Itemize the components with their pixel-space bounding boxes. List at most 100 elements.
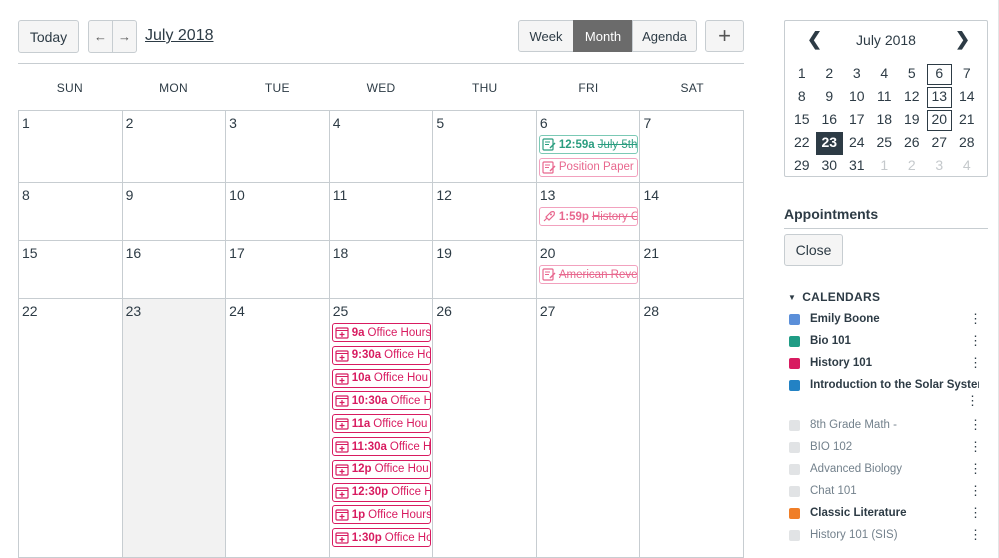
mini-calendar-day[interactable]: 12	[898, 86, 926, 109]
mini-calendar-day[interactable]: 14	[953, 86, 981, 109]
calendar-event[interactable]: 11a Office Hou	[331, 414, 431, 434]
current-month-title[interactable]: July 2018	[145, 27, 214, 45]
calendar-event[interactable]: 1p Office Hours	[331, 505, 431, 525]
day-cell[interactable]: 15	[18, 241, 122, 299]
mini-calendar-day[interactable]: 19	[898, 109, 926, 132]
calendar-list-item[interactable]: Introduction to the Solar System	[789, 376, 979, 394]
day-cell[interactable]: 27	[535, 299, 640, 558]
add-event-button[interactable]: +	[705, 20, 744, 52]
view-week-tab[interactable]: Week	[518, 20, 574, 52]
mini-calendar-day[interactable]: 4	[871, 63, 899, 86]
day-cell[interactable]: 11	[328, 183, 433, 241]
calendar-color-swatch[interactable]	[789, 357, 800, 369]
mini-calendar-day[interactable]: 16	[816, 109, 844, 132]
mini-calendar-day[interactable]: 31	[843, 155, 871, 178]
calendar-event[interactable]: 10a Office Hou	[331, 368, 431, 388]
calendar-color-swatch[interactable]	[789, 419, 800, 431]
calendar-event[interactable]: Position Paper	[538, 157, 638, 177]
mini-calendar-day[interactable]: 17	[843, 109, 871, 132]
kebab-menu-icon[interactable]: ⋮	[969, 417, 982, 433]
calendar-event[interactable]: 1:59p History C	[538, 207, 638, 226]
mini-calendar-day[interactable]: 11	[871, 86, 899, 109]
calendar-color-swatch[interactable]	[789, 463, 800, 475]
calendar-list-item[interactable]: Bio 101 ⋮	[789, 332, 982, 350]
kebab-menu-icon[interactable]: ⋮	[969, 333, 982, 349]
mini-calendar-day[interactable]: 13	[926, 86, 954, 109]
mini-calendar-day[interactable]: 5	[898, 63, 926, 86]
day-cell[interactable]: 25 9a Office Hours 9:30a Office Ho 10a Office …	[328, 299, 433, 558]
calendar-list-item[interactable]: History 101 (SIS) ⋮	[789, 526, 982, 544]
calendar-event[interactable]: American Reve	[538, 265, 638, 284]
mini-calendar-day[interactable]: 1	[788, 63, 816, 86]
day-cell[interactable]: 24	[225, 299, 329, 558]
kebab-menu-icon[interactable]: ⋮	[969, 505, 982, 521]
kebab-menu-icon[interactable]: ⋮	[969, 439, 982, 455]
calendar-event[interactable]: 12p Office Hou	[331, 459, 431, 479]
calendar-color-swatch[interactable]	[789, 441, 800, 453]
calendar-event[interactable]: 1:30p Office Ho	[331, 528, 431, 548]
mini-calendar-day[interactable]: 24	[843, 132, 871, 155]
calendar-color-swatch[interactable]	[789, 485, 800, 497]
calendar-list-item[interactable]: Advanced Biology ⋮	[789, 460, 982, 478]
calendar-event[interactable]: 12:59a July 5th	[538, 135, 638, 154]
mini-calendar-day[interactable]: 3	[843, 63, 871, 86]
mini-prev-chevron-icon[interactable]: ❮	[807, 29, 822, 50]
mini-calendar-day[interactable]: 10	[843, 86, 871, 109]
mini-next-chevron-icon[interactable]: ❯	[955, 29, 970, 50]
day-cell[interactable]: 22	[18, 299, 122, 558]
calendar-list-item[interactable]: 8th Grade Math - ⋮	[789, 416, 982, 434]
view-month-tab[interactable]: Month	[573, 20, 633, 52]
mini-calendar-day[interactable]: 30	[816, 155, 844, 178]
kebab-menu-icon[interactable]: ⋮	[969, 527, 982, 543]
day-cell[interactable]: 21	[639, 241, 745, 299]
calendar-color-swatch[interactable]	[789, 335, 800, 347]
day-cell[interactable]: 20 American Reve	[535, 241, 640, 299]
mini-calendar-day[interactable]: 6	[926, 63, 954, 86]
day-cell[interactable]: 18	[328, 241, 433, 299]
calendar-event[interactable]: 11:30a Office H	[331, 437, 431, 456]
mini-calendar-day[interactable]: 2	[898, 155, 926, 178]
mini-calendar-day[interactable]: 15	[788, 109, 816, 132]
mini-calendar-day[interactable]: 27	[926, 132, 954, 155]
calendar-event[interactable]: 9:30a Office Ho	[331, 345, 431, 365]
day-cell[interactable]: 13 1:59p History C	[535, 183, 640, 241]
day-cell[interactable]: 10	[225, 183, 329, 241]
mini-calendar-day[interactable]: 29	[788, 155, 816, 178]
calendar-color-swatch[interactable]	[789, 379, 800, 391]
day-cell[interactable]: 4	[328, 111, 433, 183]
day-cell[interactable]: 16	[121, 241, 226, 299]
previous-month-button[interactable]: ←	[88, 20, 113, 53]
close-appointments-button[interactable]: Close	[784, 234, 843, 266]
calendar-color-swatch[interactable]	[789, 507, 800, 519]
mini-calendar-day[interactable]: 7	[953, 63, 981, 86]
mini-calendar-day[interactable]: 9	[816, 86, 844, 109]
mini-calendar-day[interactable]: 26	[898, 132, 926, 155]
mini-calendar-day[interactable]: 22	[788, 132, 816, 155]
day-cell[interactable]: 17	[225, 241, 329, 299]
day-cell[interactable]: 12	[432, 183, 536, 241]
mini-calendar-day[interactable]: 25	[871, 132, 899, 155]
kebab-menu-icon[interactable]: ⋮	[966, 393, 979, 409]
day-cell[interactable]: 6 12:59a July 5th Position Paper	[535, 111, 640, 183]
day-cell[interactable]: 9	[121, 183, 226, 241]
day-cell[interactable]: 3	[225, 111, 329, 183]
mini-calendar-day[interactable]: 4	[953, 155, 981, 178]
mini-calendar-day[interactable]: 20	[926, 109, 954, 132]
day-cell[interactable]: 26	[432, 299, 536, 558]
calendar-event[interactable]: 9a Office Hours	[331, 323, 431, 342]
mini-calendar-day[interactable]: 8	[788, 86, 816, 109]
calendar-list-item[interactable]: BIO 102 ⋮	[789, 438, 982, 456]
calendar-list-item[interactable]: Chat 101 ⋮	[789, 482, 982, 500]
calendars-toggle[interactable]: ▼ CALENDARS	[788, 290, 880, 304]
kebab-menu-icon[interactable]: ⋮	[969, 461, 982, 477]
calendar-list-item[interactable]: Classic Literature ⋮	[789, 504, 982, 522]
kebab-menu-icon[interactable]: ⋮	[969, 483, 982, 499]
mini-calendar-day[interactable]: 1	[871, 155, 899, 178]
kebab-menu-icon[interactable]: ⋮	[969, 311, 982, 327]
day-cell[interactable]: 1	[18, 111, 122, 183]
calendar-color-swatch[interactable]	[789, 313, 800, 325]
view-agenda-tab[interactable]: Agenda	[632, 20, 697, 52]
calendar-event[interactable]: 12:30p Office H	[331, 482, 431, 502]
mini-calendar-day[interactable]: 23	[815, 132, 843, 155]
calendar-event[interactable]: 10:30a Office H	[331, 391, 431, 411]
